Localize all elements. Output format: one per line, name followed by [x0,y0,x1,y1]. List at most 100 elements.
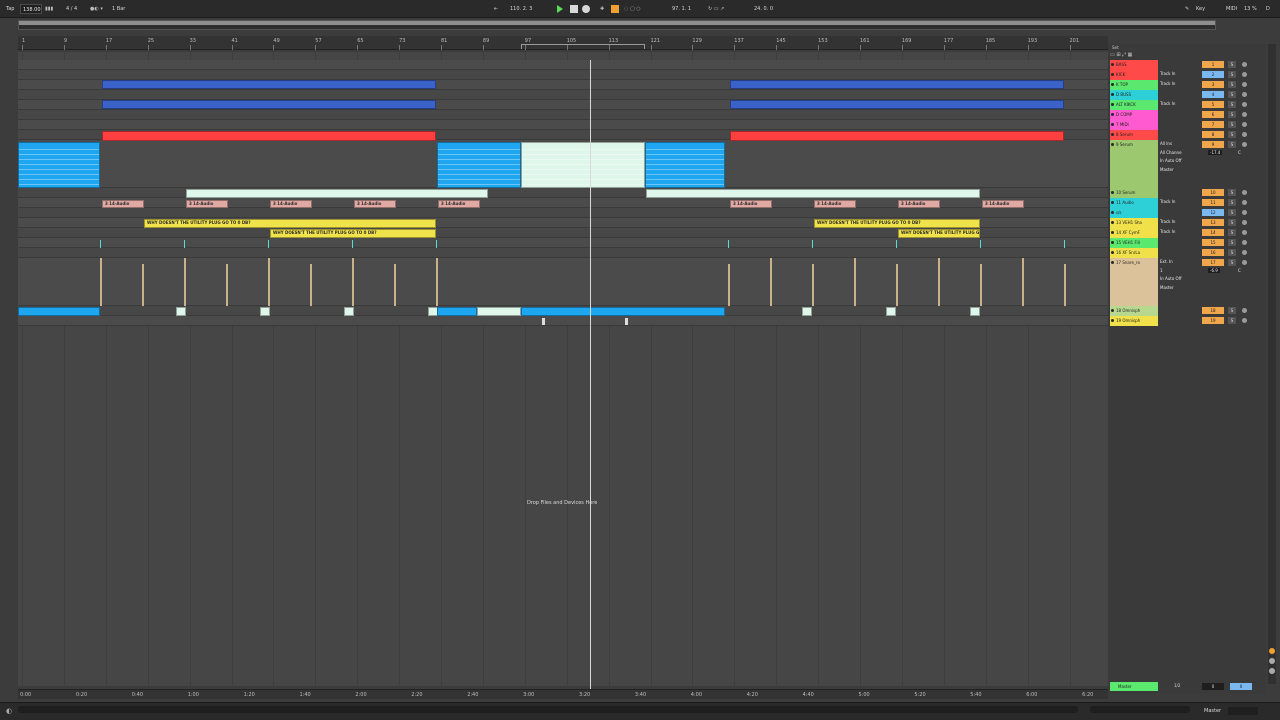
track-input[interactable]: Track In [1160,81,1175,86]
fill-marker[interactable] [896,240,897,248]
session-record-icon[interactable]: ◌ ▢ ○ [624,4,641,14]
midi-clip[interactable] [102,80,436,89]
snare-hit[interactable] [100,258,102,306]
snare-hit[interactable] [896,264,898,306]
track-activator-icon[interactable] [1111,123,1114,126]
track-name[interactable]: 19 Omnisph [1110,316,1158,326]
track-pan[interactable]: C [1238,150,1241,155]
solo-button[interactable]: S [1228,317,1236,324]
track-activator-icon[interactable] [1111,191,1114,194]
midi-map-button[interactable]: MIDI [1226,4,1237,14]
fill-marker[interactable] [980,240,981,248]
audio-clip[interactable]: 3 14-Audio [270,200,312,208]
track-input[interactable]: Track In [1160,101,1175,106]
track-header[interactable]: 10 Serum 10 S [1108,188,1266,198]
overview-selection[interactable] [19,21,1215,25]
arrangement-view[interactable]: 3 14-Audio 3 14-Audio 3 14-Audio 3 14-Audio… [18,52,1108,686]
omnisphere-clip[interactable] [437,307,477,316]
tempo-field[interactable]: 138.00 [20,4,42,14]
solo-button[interactable]: S [1228,219,1236,226]
arm-button[interactable] [1242,142,1247,147]
serum-clip[interactable] [18,142,100,188]
solo-button[interactable]: S [1228,121,1236,128]
track-activator-icon[interactable] [1111,319,1114,322]
solo-button[interactable]: S [1228,199,1236,206]
solo-button[interactable]: S [1228,101,1236,108]
snare-hit[interactable] [268,258,270,306]
track-name[interactable]: 15 VEH1 Fill [1110,238,1158,248]
arm-button[interactable] [1242,92,1247,97]
track-header[interactable]: 7 MIDI 7 S [1108,120,1266,130]
track-volume[interactable]: -17.4 [1208,150,1223,155]
utility-clip[interactable]: WHY DOESN'T THE UTILITY PLUG GO TO 0 DB? [898,229,980,238]
track-header[interactable]: 15 VEH1 Fill 15 S [1108,238,1266,248]
midi-clip[interactable] [730,80,1064,89]
omnisphere-note[interactable] [625,318,628,325]
audio-clip[interactable]: 3 14-Audio [730,200,772,208]
track-name[interactable]: BASS [1110,60,1158,70]
track-activator-icon[interactable] [1111,83,1114,86]
master-selector[interactable]: Master [1204,708,1221,714]
serum-clip[interactable] [437,142,521,188]
omnisphere-clip[interactable] [802,307,812,316]
track-name[interactable]: 7 MIDI [1110,120,1158,130]
track-number-button[interactable]: 10 [1202,189,1224,196]
snare-hit[interactable] [812,264,814,306]
track-header[interactable]: BASS 1 S [1108,60,1266,70]
track-output[interactable]: Master [1160,285,1174,290]
fill-marker[interactable] [436,240,437,248]
fill-marker[interactable] [268,240,269,248]
snare-hit[interactable] [980,264,982,306]
track-header[interactable]: 14 XF CymF Track In 14 S [1108,228,1266,238]
loop-start-field[interactable]: 97. 1. 1 [672,4,691,14]
track-number-button[interactable]: 13 [1202,219,1224,226]
audio-clip[interactable]: 3 14-Audio [186,200,228,208]
automation-arm-icon[interactable] [611,5,619,13]
zoom-center-icon[interactable] [1269,658,1275,664]
track-activator-icon[interactable] [1111,133,1114,136]
track-lane[interactable] [18,198,1108,208]
track-lane[interactable] [18,120,1108,130]
fill-marker[interactable] [728,240,729,248]
tap-tempo-button[interactable]: Tap [6,4,14,14]
track-lane[interactable] [18,316,1108,326]
track-activator-icon[interactable] [1111,103,1114,106]
serum-clip[interactable] [645,142,725,188]
track-input[interactable]: Ext. In [1160,259,1173,264]
track-number-button[interactable]: 5 [1202,101,1224,108]
arm-button[interactable] [1242,308,1247,313]
snare-hit[interactable] [728,264,730,306]
midi-clip[interactable] [186,189,488,198]
master-track-name[interactable]: Master [1110,682,1158,691]
audio-clip[interactable]: 3 14-Audio [438,200,480,208]
master-cue-volume[interactable]: 0 [1202,683,1224,690]
track-header[interactable]: 17 Snare_ro Ext. In 1 In Auto Off Master -6.9… [1108,258,1266,306]
track-lane[interactable] [18,110,1108,120]
track-input[interactable]: Track In [1160,199,1175,204]
time-ruler[interactable]: 0:00 0:20 0:40 1:00 1:20 1:40 2:00 2:20 2:40 3:00… [18,689,1108,699]
arm-button[interactable] [1242,132,1247,137]
audio-clip[interactable]: 3 14-Audio [354,200,396,208]
solo-button[interactable]: S [1228,209,1236,216]
track-header[interactable]: 18 Omnisph 18 S [1108,306,1266,316]
solo-button[interactable]: S [1228,307,1236,314]
omnisphere-clip[interactable] [344,307,354,316]
snare-hit[interactable] [1064,264,1066,306]
track-name[interactable]: s/s [1110,208,1158,218]
track-lane[interactable] [18,90,1108,100]
snare-hit[interactable] [352,258,354,306]
utility-clip[interactable]: WHY DOESN'T THE UTILITY PLUG GO TO 0 DB? [814,219,980,228]
stop-icon[interactable] [570,5,578,13]
omnisphere-clip[interactable] [260,307,270,316]
track-header[interactable]: 13 VEH1 Sha Track In 13 S [1108,218,1266,228]
track-activator-icon[interactable] [1111,201,1114,204]
track-number-button[interactable]: 19 [1202,317,1224,324]
omnisphere-clip[interactable] [18,307,100,316]
play-icon[interactable] [557,5,563,13]
track-header[interactable]: K TOP Track In 3 S [1108,80,1266,90]
track-output[interactable]: Master [1160,167,1174,172]
record-icon[interactable] [582,5,590,13]
track-lane[interactable] [18,208,1108,218]
snare-hit[interactable] [184,258,186,306]
track-header[interactable]: 16 XF SnrLa 16 S [1108,248,1266,258]
